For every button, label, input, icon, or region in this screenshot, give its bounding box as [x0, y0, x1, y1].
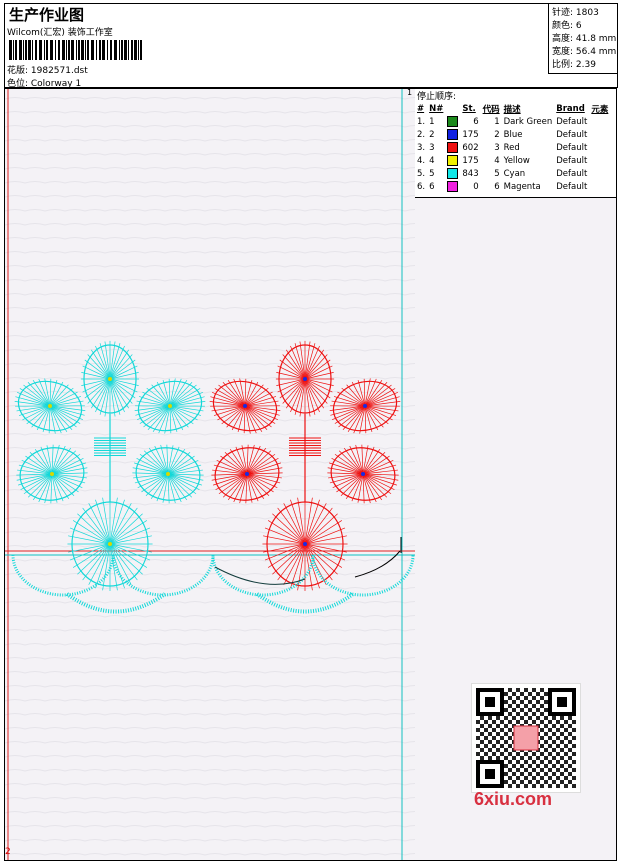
row-code: 6	[494, 181, 500, 192]
row-element	[589, 154, 610, 167]
row-swatch	[445, 115, 460, 128]
row-stitches: 0	[473, 181, 479, 192]
row-number: 6	[429, 181, 435, 192]
table-header-row: # N# St. 代码 描述 Brand 元素	[415, 102, 610, 115]
design-height: 高度: 41.8 mm	[552, 34, 617, 44]
row-brand: Default	[556, 168, 588, 179]
sequence-table-box: 停止顺序: # N# St. 代码 描述 Brand 元素 1. 1 6 1 Dark …	[415, 89, 616, 198]
color-swatch	[447, 181, 459, 192]
row-number: 1	[429, 116, 435, 127]
row-stitches: 843	[462, 168, 479, 179]
row-stitches: 6	[473, 116, 479, 127]
row-swatch	[445, 154, 460, 167]
row-index: 4.	[417, 155, 426, 166]
color-swatch	[447, 129, 459, 140]
row-stitches: 602	[462, 142, 479, 153]
color-swatch	[447, 142, 459, 153]
row-brand: Default	[556, 181, 588, 192]
table-row: 1. 1 6 1 Dark Green Default	[415, 115, 610, 128]
header-panel: 生产作业图 Wilcom(汇宏) 装饰工作室 花版: 1982571.dst 色…	[4, 3, 618, 89]
row-code: 3	[494, 142, 500, 153]
row-element	[589, 128, 610, 141]
row-index: 5.	[417, 168, 426, 179]
row-stitches: 175	[462, 155, 479, 166]
site-watermark: 6xiu.com	[474, 789, 553, 809]
row-index: 1.	[417, 116, 426, 127]
row-index: 6.	[417, 181, 426, 192]
color-sequence-table: # N# St. 代码 描述 Brand 元素 1. 1 6 1 Dark Green D…	[415, 102, 610, 193]
production-sheet: 生产作业图 Wilcom(汇宏) 装饰工作室 花版: 1982571.dst 色…	[0, 0, 620, 861]
row-description: Dark Green	[503, 116, 553, 127]
table-row: 5. 5 843 5 Cyan Default	[415, 167, 610, 180]
studio-subtitle: Wilcom(汇宏) 装饰工作室	[7, 28, 113, 38]
table-row: 2. 2 175 2 Blue Default	[415, 128, 610, 141]
row-brand: Default	[556, 116, 588, 127]
corner-marker-bottom: 2	[5, 847, 11, 857]
row-code: 1	[494, 116, 500, 127]
col-number: N#	[429, 103, 444, 114]
row-swatch	[445, 180, 460, 193]
qr-code-image	[471, 683, 581, 793]
row-swatch	[445, 141, 460, 154]
row-element	[589, 180, 610, 193]
table-row: 4. 4 175 4 Yellow Default	[415, 154, 610, 167]
stats-box: 针迹: 1803 颜色: 6 高度: 41.8 mm 宽度: 56.4 mm 比…	[548, 4, 618, 74]
row-description: Magenta	[503, 181, 541, 192]
col-index: #	[417, 103, 425, 114]
row-brand: Default	[556, 129, 588, 140]
row-brand: Default	[556, 155, 588, 166]
row-swatch	[445, 128, 460, 141]
row-index: 2.	[417, 129, 426, 140]
corner-marker-top: 1	[407, 88, 413, 97]
color-count: 颜色: 6	[552, 21, 582, 31]
stitch-count: 针迹: 1803	[552, 8, 599, 18]
col-element: 元素	[591, 104, 609, 115]
row-number: 2	[429, 129, 435, 140]
row-number: 4	[429, 155, 435, 166]
row-stitches: 175	[462, 129, 479, 140]
color-swatch	[447, 168, 459, 179]
row-brand: Default	[556, 142, 588, 153]
stop-sequence-label: 停止顺序:	[417, 92, 457, 102]
table-row: 6. 6 0 6 Magenta Default	[415, 180, 610, 193]
row-swatch	[445, 167, 460, 180]
row-index: 3.	[417, 142, 426, 153]
color-swatch	[447, 116, 459, 127]
row-description: Yellow	[503, 155, 530, 166]
design-file-label: 花版: 1982571.dst	[7, 66, 88, 76]
design-canvas	[4, 88, 416, 861]
row-number: 5	[429, 168, 435, 179]
col-description: 描述	[503, 104, 521, 115]
col-code: 代码	[482, 104, 500, 115]
row-code: 4	[494, 155, 500, 166]
row-description: Blue	[503, 129, 523, 140]
col-stitches: St.	[462, 103, 476, 114]
design-scale: 比例: 2.39	[552, 60, 596, 70]
row-element	[589, 141, 610, 154]
barcode-image	[9, 40, 142, 60]
design-width: 宽度: 56.4 mm	[552, 47, 617, 57]
row-number: 3	[429, 142, 435, 153]
row-code: 5	[494, 168, 500, 179]
embroidery-preview	[5, 89, 415, 860]
row-element	[589, 115, 610, 128]
row-code: 2	[494, 129, 500, 140]
col-brand: Brand	[556, 103, 585, 114]
col-swatch	[445, 102, 460, 115]
row-description: Cyan	[503, 168, 526, 179]
color-swatch	[447, 155, 459, 166]
sheet-title: 生产作业图	[9, 6, 85, 24]
table-row: 3. 3 602 3 Red Default	[415, 141, 610, 154]
row-element	[589, 167, 610, 180]
row-description: Red	[503, 142, 520, 153]
